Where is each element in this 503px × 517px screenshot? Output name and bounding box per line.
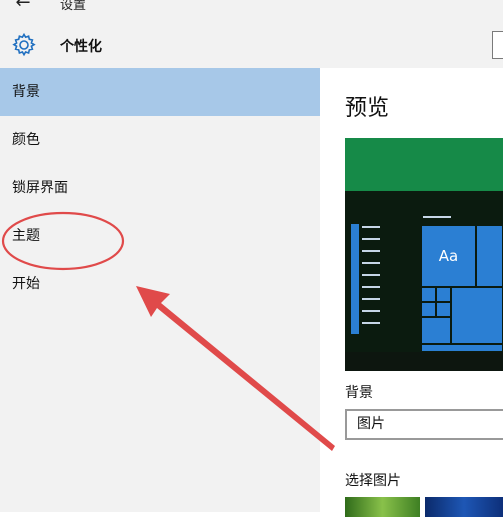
preview-line [362, 286, 380, 288]
sidebar: 背景 颜色 锁屏界面 主题 开始 [0, 68, 320, 512]
page-header: 个性化 [0, 22, 503, 68]
preview-app-list [351, 224, 359, 334]
picture-thumbnail[interactable] [425, 497, 503, 517]
choose-picture-label: 选择图片 [345, 473, 401, 489]
preview-tile [421, 344, 503, 352]
theme-preview: Aa [345, 138, 503, 371]
preview-line [362, 274, 380, 276]
preview-line [362, 310, 380, 312]
preview-line [362, 226, 380, 228]
search-input[interactable] [492, 31, 503, 59]
preview-line [362, 262, 380, 264]
sidebar-item-background[interactable]: 背景 [0, 68, 320, 116]
preview-tile [436, 287, 451, 302]
preview-heading: 预览 [345, 96, 390, 121]
preview-line [362, 298, 380, 300]
preview-banner [345, 138, 503, 191]
preview-line [362, 322, 380, 324]
preview-taskbar [345, 352, 503, 371]
gear-icon [12, 32, 36, 57]
picture-thumbnail[interactable] [345, 497, 420, 517]
sidebar-item-themes[interactable]: 主题 [0, 212, 320, 260]
background-dropdown[interactable]: 图片 [345, 409, 503, 440]
main-panel: 预览 Aa 背景 图片 选择图片 [320, 68, 503, 517]
sidebar-item-colors[interactable]: 颜色 [0, 116, 320, 164]
background-label: 背景 [345, 385, 373, 401]
window-title: 设置 [60, 0, 87, 13]
page-title: 个性化 [60, 39, 102, 55]
sidebar-item-lock-screen[interactable]: 锁屏界面 [0, 164, 320, 212]
preview-tile [421, 302, 436, 317]
preview-line [362, 238, 380, 240]
preview-tile-large: Aa [421, 225, 476, 287]
preview-tile [421, 317, 451, 344]
preview-tile [451, 287, 503, 344]
preview-line [423, 216, 451, 218]
sidebar-item-start[interactable]: 开始 [0, 260, 320, 308]
back-arrow-icon[interactable]: ← [13, 0, 33, 13]
preview-tile [421, 287, 436, 302]
preview-tile [436, 302, 451, 317]
preview-tile [476, 225, 503, 287]
title-bar: ← 设置 [0, 0, 503, 22]
preview-line [362, 250, 380, 252]
